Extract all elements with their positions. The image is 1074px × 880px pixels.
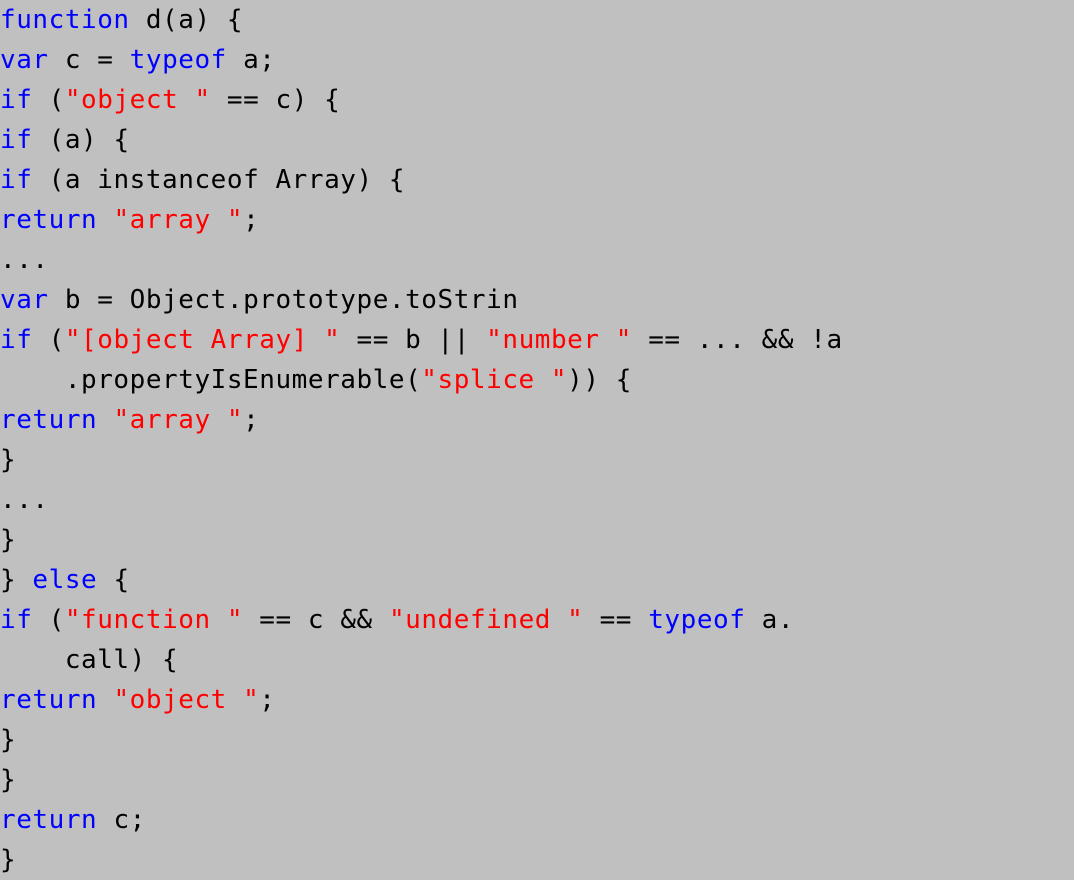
code-text: ; bbox=[259, 685, 276, 715]
code-text: == ... && !a bbox=[632, 325, 843, 355]
code-text: ; bbox=[243, 205, 260, 235]
code-text: == c && bbox=[243, 605, 389, 635]
code-line: if (a) { bbox=[0, 120, 1074, 160]
code-ellipsis: ... bbox=[0, 485, 49, 515]
code-line: } bbox=[0, 720, 1074, 760]
code-string: "object " bbox=[64, 85, 211, 115]
code-text: } bbox=[0, 725, 17, 755]
code-line: return "array "; bbox=[0, 200, 1074, 240]
code-text: d(a) { bbox=[129, 5, 244, 35]
code-text: b = Object.prototype.toStrin bbox=[48, 285, 519, 315]
code-string: "array " bbox=[113, 405, 244, 435]
code-line: call) { bbox=[0, 640, 1074, 680]
code-line: var b = Object.prototype.toStrin bbox=[0, 280, 1074, 320]
code-text: == c) { bbox=[210, 85, 341, 115]
code-line: } bbox=[0, 520, 1074, 560]
code-text: } bbox=[0, 845, 17, 875]
code-keyword: if bbox=[0, 325, 33, 355]
code-line: ... bbox=[0, 240, 1074, 280]
code-keyword: var bbox=[0, 45, 49, 75]
code-keyword: if bbox=[0, 85, 33, 115]
code-keyword: if bbox=[0, 605, 33, 635]
code-text: call) { bbox=[0, 645, 179, 675]
code-text: c = bbox=[48, 45, 130, 75]
code-listing: function d(a) {var c = typeof a; if ("obj… bbox=[0, 0, 1074, 875]
code-line: function d(a) { bbox=[0, 0, 1074, 40]
code-keyword: if bbox=[0, 165, 33, 195]
code-text: } bbox=[0, 525, 17, 555]
code-line: if ("[object Array] " == b || "number " … bbox=[0, 320, 1074, 360]
code-string: "splice " bbox=[421, 365, 568, 395]
code-text: ( bbox=[32, 325, 65, 355]
code-text: { bbox=[97, 565, 130, 595]
code-line: if (a instanceof Array) { bbox=[0, 160, 1074, 200]
code-keyword: var bbox=[0, 285, 49, 315]
code-text: )) { bbox=[567, 365, 632, 395]
code-keyword: typeof bbox=[129, 45, 227, 75]
code-keyword: if bbox=[0, 125, 33, 155]
code-line: if ("function " == c && "undefined " == … bbox=[0, 600, 1074, 640]
code-string: "function " bbox=[64, 605, 244, 635]
code-text: .propertyIsEnumerable( bbox=[0, 365, 422, 395]
code-text: } bbox=[0, 765, 17, 795]
code-line: .propertyIsEnumerable("splice ")) { bbox=[0, 360, 1074, 400]
code-text: (a instanceof Array) { bbox=[32, 165, 406, 195]
code-string: "undefined " bbox=[388, 605, 584, 635]
code-ellipsis: ... bbox=[0, 245, 49, 275]
code-keyword: function bbox=[0, 5, 130, 35]
code-text: (a) { bbox=[32, 125, 130, 155]
code-text: ( bbox=[32, 85, 65, 115]
code-line: } bbox=[0, 440, 1074, 480]
code-line: return "array "; bbox=[0, 400, 1074, 440]
code-text: a; bbox=[226, 45, 276, 75]
code-text: ( bbox=[32, 605, 65, 635]
code-keyword: return bbox=[0, 805, 98, 835]
code-string: "number " bbox=[486, 325, 632, 355]
code-string: "array " bbox=[113, 205, 244, 235]
code-line: } bbox=[0, 760, 1074, 800]
code-text: } bbox=[0, 445, 17, 475]
code-string: "object " bbox=[113, 685, 260, 715]
code-string: "[object Array] " bbox=[64, 325, 341, 355]
code-keyword: return bbox=[0, 685, 98, 715]
code-keyword: else bbox=[32, 565, 98, 595]
code-line: var c = typeof a; bbox=[0, 40, 1074, 80]
code-text: == b || bbox=[340, 325, 487, 355]
code-line: return "object "; bbox=[0, 680, 1074, 720]
code-text: == bbox=[583, 605, 649, 635]
code-keyword: return bbox=[0, 205, 98, 235]
code-line: ... bbox=[0, 480, 1074, 520]
code-keyword: return bbox=[0, 405, 98, 435]
code-text: a. bbox=[745, 605, 795, 635]
code-text: ; bbox=[243, 405, 260, 435]
code-keyword: typeof bbox=[648, 605, 746, 635]
code-line: } else { bbox=[0, 560, 1074, 600]
code-line: } bbox=[0, 840, 1074, 880]
code-text: c; bbox=[97, 805, 146, 835]
code-line: return c; bbox=[0, 800, 1074, 840]
code-text: } bbox=[0, 565, 33, 595]
code-line: if ("object " == c) { bbox=[0, 80, 1074, 120]
